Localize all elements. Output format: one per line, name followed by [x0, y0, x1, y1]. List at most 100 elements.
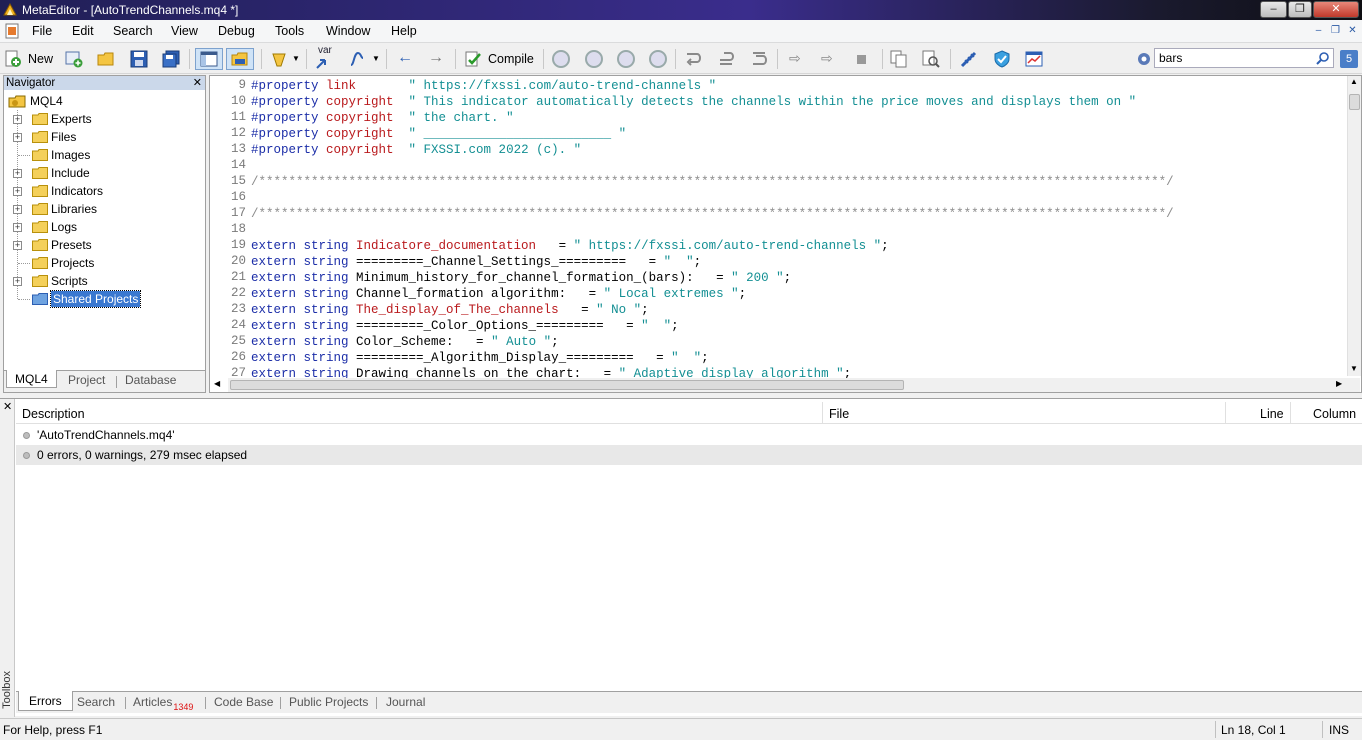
search-box[interactable]: [1154, 48, 1334, 68]
tab-articles[interactable]: Articles1349: [133, 695, 193, 712]
code-line[interactable]: #property copyright " FXSSI.com 2022 (c)…: [251, 142, 581, 158]
new-button-label[interactable]: New: [28, 52, 53, 66]
tree-item-logs[interactable]: Logs: [51, 218, 77, 236]
horizontal-scrollbar[interactable]: ◀ ▶: [214, 378, 1360, 392]
insert-function-icon[interactable]: [348, 50, 366, 68]
tab-code-base[interactable]: Code Base: [214, 695, 273, 709]
menu-window[interactable]: Window: [326, 24, 370, 38]
styler-comb-icon[interactable]: [960, 50, 978, 68]
document-icon[interactable]: [5, 23, 19, 39]
column-line[interactable]: Line: [1260, 407, 1284, 421]
compile-icon[interactable]: [464, 50, 482, 68]
mdi-close-button[interactable]: ✕: [1345, 24, 1360, 38]
menu-debug[interactable]: Debug: [218, 24, 255, 38]
tab-errors[interactable]: Errors: [18, 691, 73, 711]
styler-icon[interactable]: [270, 50, 288, 68]
close-button[interactable]: ✕: [1313, 1, 1359, 18]
search-input[interactable]: [1155, 49, 1305, 67]
insert-variable-icon[interactable]: [315, 56, 335, 70]
maximize-button[interactable]: ❐: [1288, 1, 1312, 18]
tree-item-shared-projects[interactable]: Shared Projects: [49, 290, 142, 308]
message-row[interactable]: 0 errors, 0 warnings, 279 msec elapsed: [16, 445, 1362, 465]
code-line[interactable]: extern string =========_Channel_Settings…: [251, 254, 701, 270]
tab-public-projects[interactable]: Public Projects: [289, 695, 368, 709]
search-icon[interactable]: [1316, 51, 1330, 65]
expand-icon[interactable]: +: [13, 187, 22, 196]
tree-root-mql4[interactable]: MQL4: [30, 92, 63, 110]
column-column[interactable]: Column: [1313, 407, 1356, 421]
tree-item-indicators[interactable]: Indicators: [51, 182, 103, 200]
vertical-scrollbar[interactable]: ▲ ▼: [1347, 76, 1361, 376]
code-line[interactable]: extern string The_display_of_The_channel…: [251, 302, 649, 318]
find-in-files-icon[interactable]: [922, 50, 940, 68]
menu-tools[interactable]: Tools: [275, 24, 304, 38]
expand-icon[interactable]: +: [13, 223, 22, 232]
scroll-up-icon[interactable]: ▲: [1350, 77, 1358, 86]
scroll-right-icon[interactable]: ▶: [1336, 379, 1342, 388]
step-into-icon[interactable]: [685, 50, 703, 68]
code-line[interactable]: extern string Indicatore_documentation =…: [251, 238, 889, 254]
remove-breakpoints-icon[interactable]: ⇨: [821, 50, 833, 67]
expand-icon[interactable]: +: [13, 241, 22, 250]
mdi-restore-button[interactable]: ❐: [1328, 24, 1343, 38]
debug-start-history-icon[interactable]: [552, 50, 570, 68]
step-over-icon[interactable]: [718, 50, 736, 68]
tree-item-libraries[interactable]: Libraries: [51, 200, 97, 218]
debug-pause-icon[interactable]: [617, 50, 635, 68]
vertical-scroll-thumb[interactable]: [1349, 94, 1360, 110]
scroll-down-icon[interactable]: ▼: [1350, 364, 1358, 373]
tab-project[interactable]: Project: [68, 373, 105, 387]
toolbox-close-icon[interactable]: ✕: [3, 400, 12, 413]
tree-item-scripts[interactable]: Scripts: [51, 272, 88, 290]
menu-search[interactable]: Search: [113, 24, 153, 38]
search-badge[interactable]: 5: [1340, 50, 1358, 68]
menu-help[interactable]: Help: [391, 24, 417, 38]
navigator-close-icon[interactable]: ✕: [193, 76, 202, 90]
terminal-chart-icon[interactable]: [1025, 50, 1043, 68]
expand-icon[interactable]: +: [13, 169, 22, 178]
tree-item-files[interactable]: Files: [51, 128, 76, 146]
debug-stop-icon[interactable]: [649, 50, 667, 68]
code-line[interactable]: #property link " https://fxssi.com/auto-…: [251, 78, 716, 94]
tree-item-presets[interactable]: Presets: [51, 236, 92, 254]
verified-shield-icon[interactable]: [993, 50, 1011, 68]
tree-item-include[interactable]: Include: [51, 164, 90, 182]
expand-icon[interactable]: +: [13, 277, 22, 286]
var-label[interactable]: var: [318, 45, 332, 56]
code-line[interactable]: extern string Color_Scheme: = " Auto ";: [251, 334, 559, 350]
forward-icon[interactable]: →: [428, 49, 444, 67]
new-project-icon[interactable]: [65, 50, 83, 68]
code-line[interactable]: extern string =========_Color_Options_==…: [251, 318, 679, 334]
menu-edit[interactable]: Edit: [72, 24, 94, 38]
toggle-breakpoint-icon[interactable]: ⇨: [789, 50, 801, 67]
save-icon[interactable]: [130, 50, 148, 68]
tab-mql4[interactable]: MQL4: [6, 370, 57, 388]
code-line[interactable]: extern string Channel_formation algorith…: [251, 286, 746, 302]
code-line[interactable]: #property copyright " __________________…: [251, 126, 626, 142]
expand-icon[interactable]: +: [13, 205, 22, 214]
menu-view[interactable]: View: [171, 24, 198, 38]
code-line[interactable]: extern string =========_Algorithm_Displa…: [251, 350, 709, 366]
tab-database[interactable]: Database: [125, 373, 176, 387]
code-line[interactable]: extern string Minimum_history_for_channe…: [251, 270, 791, 286]
scroll-left-icon[interactable]: ◀: [214, 379, 220, 388]
code-line[interactable]: #property copyright " This indicator aut…: [251, 94, 1136, 110]
search-settings-icon[interactable]: [1135, 50, 1153, 68]
toolbox-toggle-button[interactable]: [226, 48, 254, 70]
new-file-icon[interactable]: [4, 50, 22, 68]
compile-button-label[interactable]: Compile: [488, 52, 534, 66]
code-editor[interactable]: 9 10 11 12 13 14 15 16 17 18 19 20 21 22 23 24 25 26 27 #p…: [209, 75, 1362, 393]
function-dropdown-icon[interactable]: ▼: [372, 54, 380, 63]
debug-start-icon[interactable]: [585, 50, 603, 68]
save-all-icon[interactable]: [162, 50, 180, 68]
tree-item-projects[interactable]: Projects: [51, 254, 94, 272]
code-line[interactable]: /***************************************…: [251, 174, 1174, 190]
navigator-toggle-button[interactable]: [195, 48, 223, 70]
styler-dropdown-icon[interactable]: ▼: [292, 54, 300, 63]
tab-search[interactable]: Search: [77, 695, 115, 709]
code-line[interactable]: /***************************************…: [251, 206, 1174, 222]
copy-icon[interactable]: [890, 50, 908, 68]
minimize-button[interactable]: –: [1260, 1, 1287, 18]
step-out-icon[interactable]: [751, 50, 769, 68]
menu-file[interactable]: File: [32, 24, 52, 38]
